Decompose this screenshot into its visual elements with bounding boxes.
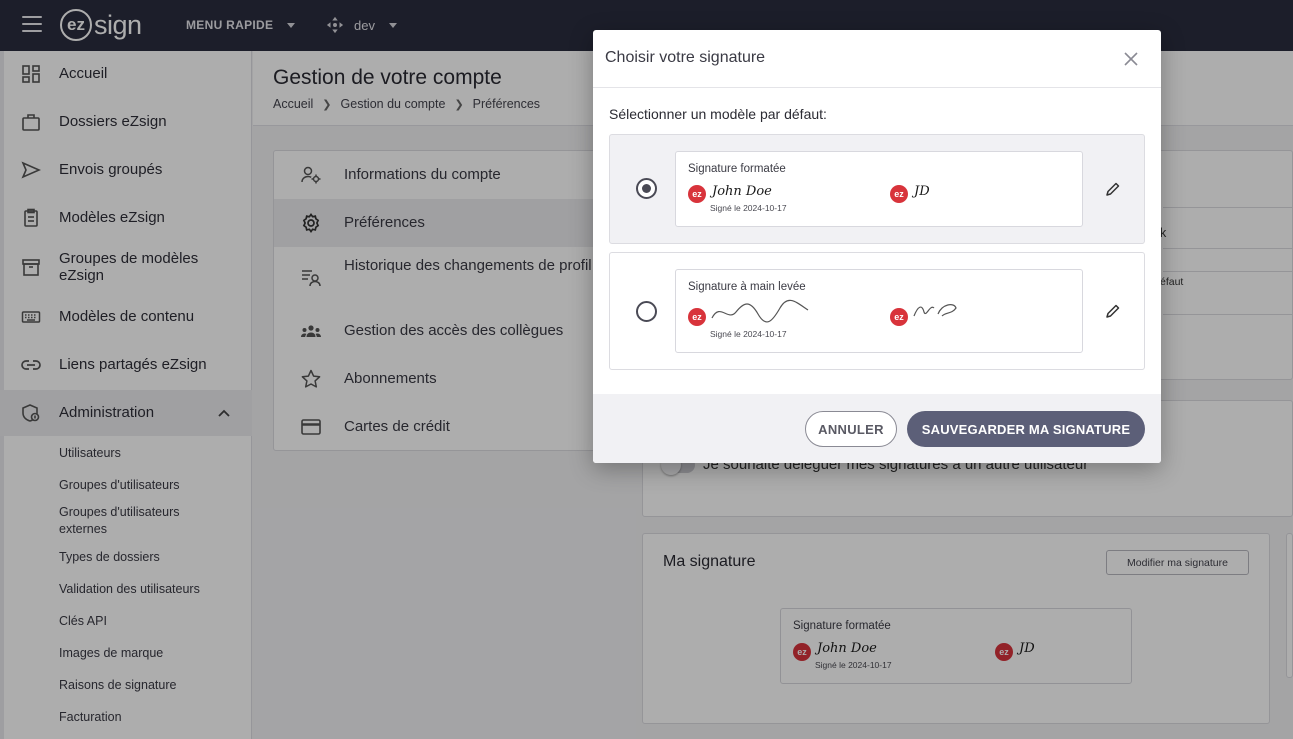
- pencil-icon[interactable]: [1106, 182, 1120, 196]
- freehand-initials-drawing: [913, 304, 957, 317]
- signed-date: Signé le 2024-10-17: [710, 203, 787, 213]
- modal-header: Choisir votre signature: [593, 30, 1161, 88]
- signature-option-freehand[interactable]: Signature à main levée ez Signé le 2024-…: [609, 252, 1145, 370]
- ezsign-seal-icon: ez: [890, 308, 908, 326]
- modal-subtitle: Sélectionner un modèle par défaut:: [609, 106, 827, 122]
- save-signature-button[interactable]: SAUVEGARDER MA SIGNATURE: [907, 411, 1145, 447]
- pencil-icon[interactable]: [1106, 304, 1120, 318]
- signature-type-title: Signature à main levée: [688, 281, 806, 293]
- full-name-signature: John Doe: [712, 184, 772, 199]
- radio-freehand[interactable]: [636, 301, 657, 322]
- formatted-signature-preview: Signature formatée ez John Doe Signé le …: [675, 151, 1083, 227]
- ezsign-seal-icon: ez: [890, 185, 908, 203]
- freehand-signature-preview: Signature à main levée ez Signé le 2024-…: [675, 269, 1083, 353]
- cancel-button[interactable]: ANNULER: [805, 411, 897, 447]
- ezsign-seal-icon: ez: [688, 185, 706, 203]
- signature-option-formatted[interactable]: Signature formatée ez John Doe Signé le …: [609, 134, 1145, 244]
- signature-type-title: Signature formatée: [688, 163, 786, 175]
- signed-date: Signé le 2024-10-17: [710, 329, 787, 339]
- freehand-signature-drawing: [711, 299, 809, 323]
- close-icon[interactable]: [1123, 51, 1139, 67]
- modal-footer: ANNULER SAUVEGARDER MA SIGNATURE: [593, 394, 1161, 463]
- choose-signature-modal: Choisir votre signature Sélectionner un …: [593, 30, 1161, 463]
- modal-title: Choisir votre signature: [605, 49, 766, 66]
- ezsign-seal-icon: ez: [688, 308, 706, 326]
- radio-formatted-selected[interactable]: [636, 178, 657, 199]
- initials-signature: JD: [914, 184, 930, 199]
